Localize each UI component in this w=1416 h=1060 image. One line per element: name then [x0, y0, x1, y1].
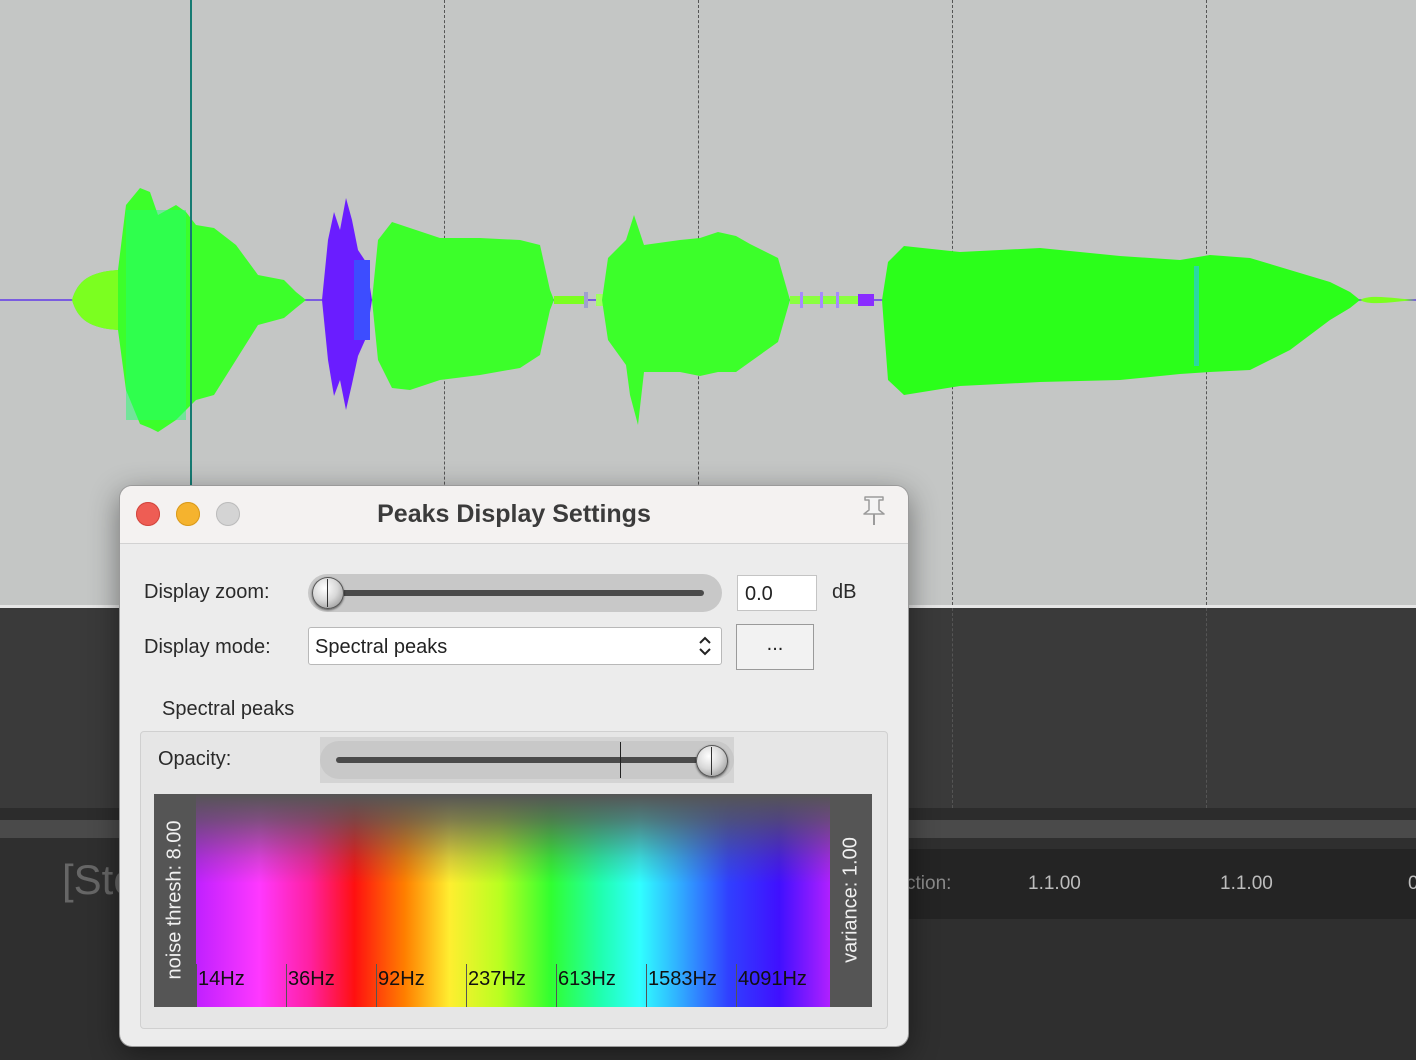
zoom-unit-label: dB: [832, 581, 857, 603]
position-value[interactable]: 0: [1408, 873, 1416, 895]
frequency-tick: [556, 964, 557, 1007]
section-title: Spectral peaks: [162, 698, 295, 720]
frequency-tick: [466, 964, 467, 1007]
slider-tick: [620, 742, 621, 778]
opacity-label: Opacity:: [158, 748, 232, 770]
opacity-slider[interactable]: [320, 737, 734, 783]
mode-options-button[interactable]: ...: [736, 624, 814, 670]
slider-track: [330, 590, 704, 596]
slider-track: [336, 757, 712, 763]
frequency-tick: [736, 964, 737, 1007]
pin-icon[interactable]: [856, 492, 892, 528]
display-zoom-label: Display zoom:: [144, 581, 270, 603]
variance-control[interactable]: variance: 1.00: [830, 794, 872, 1007]
frequency-tick: [376, 964, 377, 1007]
updown-arrows-icon: [699, 636, 711, 656]
grid-line: [952, 608, 953, 808]
frequency-label: 1583Hz: [648, 968, 717, 990]
frequency-label: 92Hz: [378, 968, 425, 990]
frequency-tick: [646, 964, 647, 1007]
display-zoom-slider[interactable]: [308, 574, 722, 612]
frequency-label: 14Hz: [198, 968, 245, 990]
display-mode-label: Display mode:: [144, 636, 271, 658]
position-value[interactable]: 1.1.00: [1028, 873, 1081, 895]
playhead[interactable]: [190, 0, 192, 488]
position-value[interactable]: 1.1.00: [1220, 873, 1273, 895]
slider-knob[interactable]: [312, 577, 344, 609]
position-label: ction:: [906, 873, 952, 894]
frequency-tick: [286, 964, 287, 1007]
slider-knob[interactable]: [696, 745, 728, 777]
frequency-label: 4091Hz: [738, 968, 807, 990]
frequency-label: 36Hz: [288, 968, 335, 990]
spectrum-color-map[interactable]: noise thresh: 8.00 14Hz 36Hz 92Hz 237Hz …: [154, 794, 872, 1007]
frequency-label: 237Hz: [468, 968, 526, 990]
title-bar[interactable]: Peaks Display Settings: [120, 486, 908, 544]
spectrum-gradient[interactable]: 14Hz 36Hz 92Hz 237Hz 613Hz 1583Hz 4091Hz: [196, 794, 830, 1007]
frequency-label: 613Hz: [558, 968, 616, 990]
position-display: [880, 849, 1416, 919]
variance-label: variance: 1.00: [839, 837, 862, 963]
noise-thresh-label: noise thresh: 8.00: [163, 820, 186, 980]
peaks-display-settings-dialog: Peaks Display Settings Display zoom: 0.0…: [120, 486, 908, 1046]
grid-line: [1206, 608, 1207, 808]
dialog-title: Peaks Display Settings: [377, 500, 651, 528]
display-mode-select[interactable]: Spectral peaks: [308, 627, 722, 665]
frequency-tick: [196, 964, 197, 1007]
display-mode-value: Spectral peaks: [315, 636, 448, 658]
noise-thresh-control[interactable]: noise thresh: 8.00: [154, 794, 196, 1007]
display-zoom-input[interactable]: 0.0: [737, 575, 817, 611]
